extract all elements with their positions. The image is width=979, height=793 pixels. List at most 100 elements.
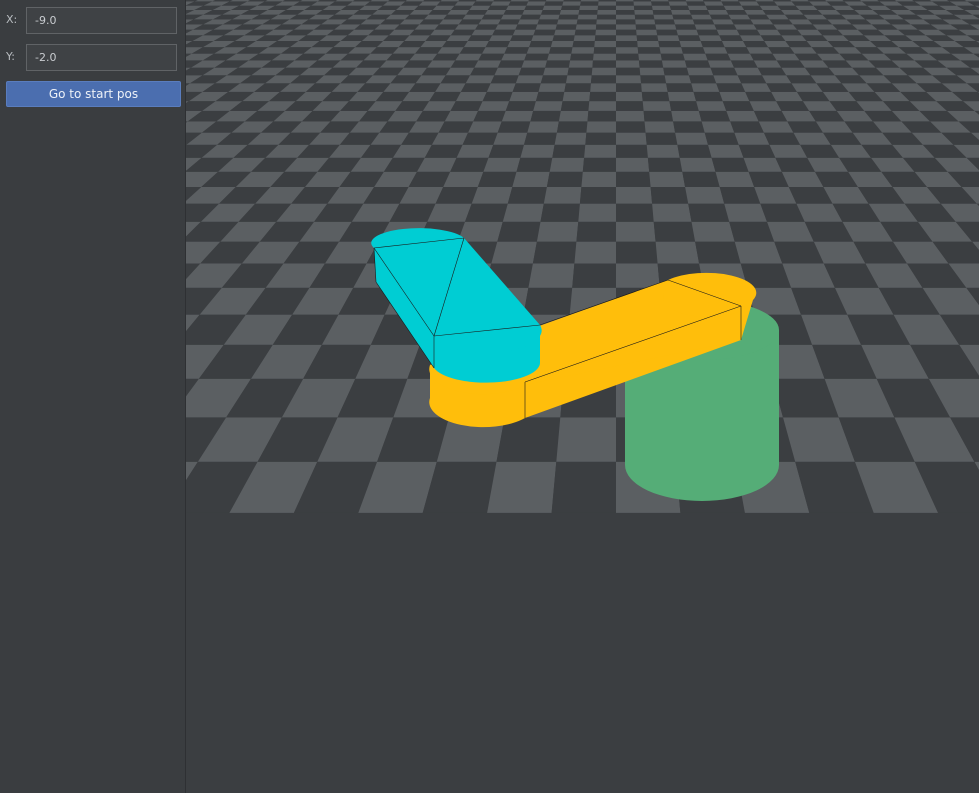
floor-tile bbox=[501, 53, 527, 61]
floor-tile bbox=[520, 14, 541, 20]
floor-tile bbox=[508, 1, 529, 6]
floor-tile bbox=[757, 67, 787, 76]
floor-tile bbox=[720, 0, 739, 2]
floor-tile bbox=[558, 110, 589, 122]
floor-tile bbox=[462, 132, 498, 145]
y-coordinate-row: Y: bbox=[6, 44, 180, 71]
floor-tile bbox=[497, 221, 541, 242]
floor-tile bbox=[705, 5, 726, 10]
floor-tile bbox=[488, 144, 524, 158]
floor-tile bbox=[710, 67, 738, 76]
floor-tile bbox=[487, 5, 509, 10]
floor-tile bbox=[454, 24, 479, 30]
floor-tile bbox=[756, 29, 782, 36]
floor-tile bbox=[509, 91, 539, 102]
floor-tile bbox=[696, 101, 727, 111]
floor-tile bbox=[755, 0, 774, 2]
floor-tile bbox=[712, 19, 734, 25]
floor-tile bbox=[741, 83, 772, 92]
floor-tile bbox=[595, 29, 616, 36]
floor-tile bbox=[692, 19, 715, 25]
floor-tile bbox=[573, 35, 596, 41]
floor-tile bbox=[551, 461, 616, 513]
floor-tile bbox=[704, 132, 739, 145]
floor-tile bbox=[616, 121, 646, 133]
floor-tile bbox=[616, 0, 634, 2]
floor-tile bbox=[535, 91, 565, 102]
floor-tile bbox=[597, 10, 616, 15]
floor-tile bbox=[685, 0, 704, 2]
floor-tile bbox=[475, 0, 495, 2]
floor-tile bbox=[656, 29, 678, 36]
floor-tile bbox=[555, 24, 577, 30]
floor-tile bbox=[593, 47, 616, 54]
floor-tile bbox=[633, 0, 652, 2]
floor-tile bbox=[616, 83, 642, 92]
floor-tile bbox=[598, 1, 616, 6]
floor-tile bbox=[669, 101, 699, 111]
floor-tile bbox=[682, 171, 720, 187]
floor-tile bbox=[667, 91, 697, 102]
floor-tile bbox=[498, 19, 520, 25]
floor-tile bbox=[515, 75, 544, 84]
scene-canvas[interactable] bbox=[186, 0, 979, 793]
floor-tile bbox=[478, 101, 510, 111]
floor-tile bbox=[540, 75, 568, 84]
floor-tile bbox=[590, 83, 616, 92]
floor-tile bbox=[533, 29, 556, 36]
floor-tile bbox=[545, 60, 571, 68]
x-coordinate-row: X: bbox=[6, 7, 180, 34]
floor-tile bbox=[580, 1, 599, 6]
floor-tile bbox=[459, 47, 486, 54]
floor-tile bbox=[490, 75, 519, 84]
floor-tile bbox=[574, 29, 596, 36]
floor-tile bbox=[458, 0, 477, 2]
floor-tile bbox=[457, 221, 503, 242]
floor-tile bbox=[753, 60, 782, 68]
floor-tile bbox=[591, 67, 616, 76]
floor-tile bbox=[675, 24, 697, 30]
go-to-start-pos-button[interactable]: Go to start pos bbox=[6, 81, 181, 107]
floor-tile bbox=[686, 67, 714, 76]
floor-tile bbox=[469, 5, 491, 10]
floor-tile bbox=[743, 157, 782, 172]
floor-tile bbox=[468, 121, 502, 133]
floor-tile bbox=[588, 101, 616, 111]
floor-tile bbox=[679, 41, 703, 48]
floor-tile bbox=[529, 41, 553, 48]
3d-viewport[interactable] bbox=[186, 0, 979, 793]
y-input[interactable] bbox=[26, 44, 177, 71]
floor-tile bbox=[723, 5, 745, 10]
floor-tile bbox=[528, 0, 547, 2]
floor-tile bbox=[478, 19, 501, 25]
floor-tile bbox=[512, 171, 550, 187]
floor-tile bbox=[462, 14, 485, 20]
floor-tile bbox=[556, 417, 616, 462]
floor-tile bbox=[693, 91, 723, 102]
floor-tile bbox=[716, 83, 746, 92]
x-input[interactable] bbox=[26, 7, 177, 34]
floor-tile bbox=[510, 0, 529, 2]
floor-tile bbox=[748, 171, 789, 187]
floor-tile bbox=[764, 41, 790, 48]
floor-tile bbox=[562, 91, 591, 102]
floor-tile bbox=[524, 5, 545, 10]
floor-tile bbox=[616, 10, 635, 15]
floor-tile bbox=[671, 10, 691, 15]
floor-tile bbox=[540, 203, 580, 222]
floor-tile bbox=[737, 0, 757, 2]
floor-tile bbox=[467, 35, 493, 41]
floor-tile bbox=[450, 60, 479, 68]
floor-tile bbox=[616, 53, 639, 61]
floor-tile bbox=[597, 5, 616, 10]
floor-tile bbox=[506, 5, 527, 10]
floor-tile bbox=[568, 60, 593, 68]
floor-tile bbox=[465, 75, 495, 84]
floor-tile bbox=[705, 53, 731, 61]
floor-tile bbox=[510, 35, 534, 41]
floor-tile bbox=[444, 110, 479, 122]
floor-tile bbox=[700, 41, 725, 48]
floor-tile bbox=[760, 35, 786, 41]
floor-tile bbox=[664, 75, 692, 84]
floor-tile bbox=[701, 121, 735, 133]
